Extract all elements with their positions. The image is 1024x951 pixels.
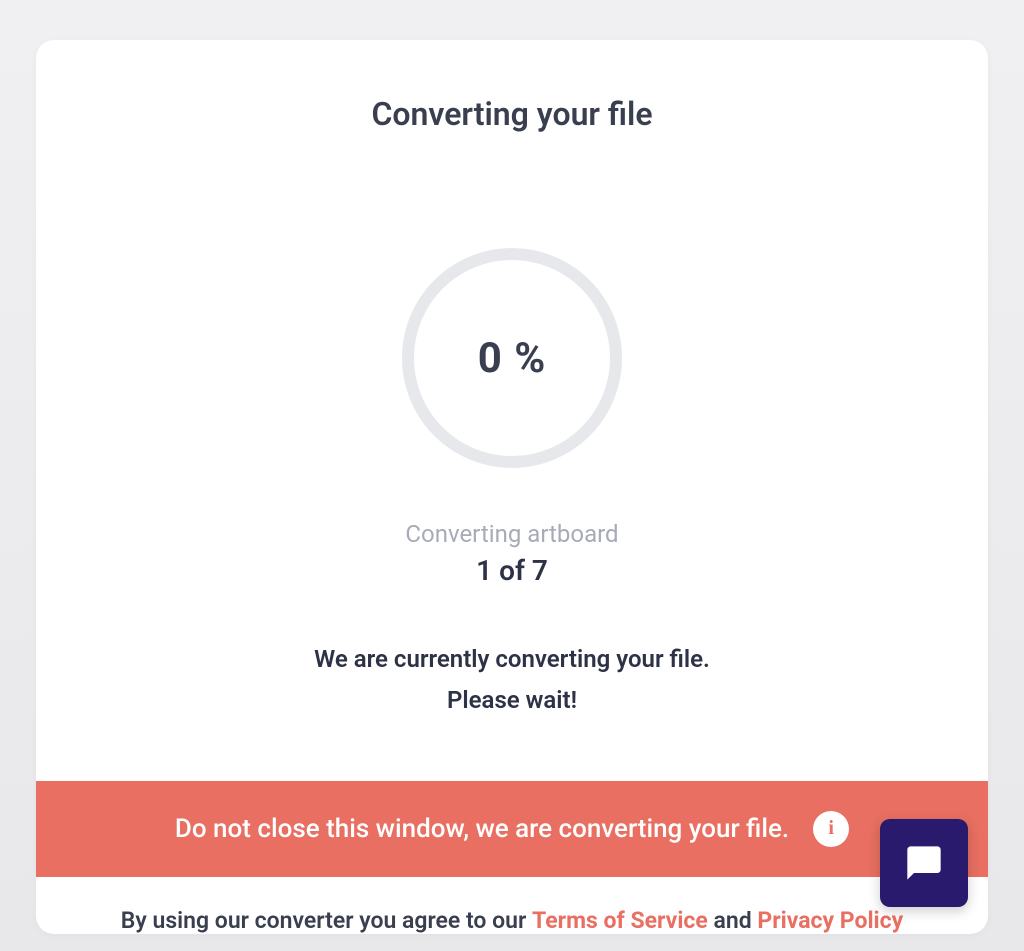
chat-icon bbox=[904, 843, 944, 883]
status-message: We are currently converting your file. P… bbox=[36, 639, 988, 721]
footer-agreement: By using our converter you agree to our … bbox=[36, 877, 988, 934]
chat-button[interactable] bbox=[880, 819, 968, 907]
progress-circle: 0 % bbox=[402, 248, 622, 468]
warning-text: Do not close this window, we are convert… bbox=[175, 814, 789, 844]
progress-percent: 0 % bbox=[478, 334, 547, 383]
info-icon: i bbox=[813, 811, 849, 847]
status-line-1: We are currently converting your file. bbox=[36, 639, 988, 680]
artboard-label: Converting artboard bbox=[36, 520, 988, 548]
progress-container: 0 % bbox=[36, 248, 988, 468]
conversion-card: Converting your file 0 % Converting artb… bbox=[36, 40, 988, 934]
artboard-counter: 1 of 7 bbox=[36, 554, 988, 587]
page-title: Converting your file bbox=[36, 95, 988, 133]
status-line-2: Please wait! bbox=[36, 680, 988, 721]
warning-banner: Do not close this window, we are convert… bbox=[36, 781, 988, 877]
